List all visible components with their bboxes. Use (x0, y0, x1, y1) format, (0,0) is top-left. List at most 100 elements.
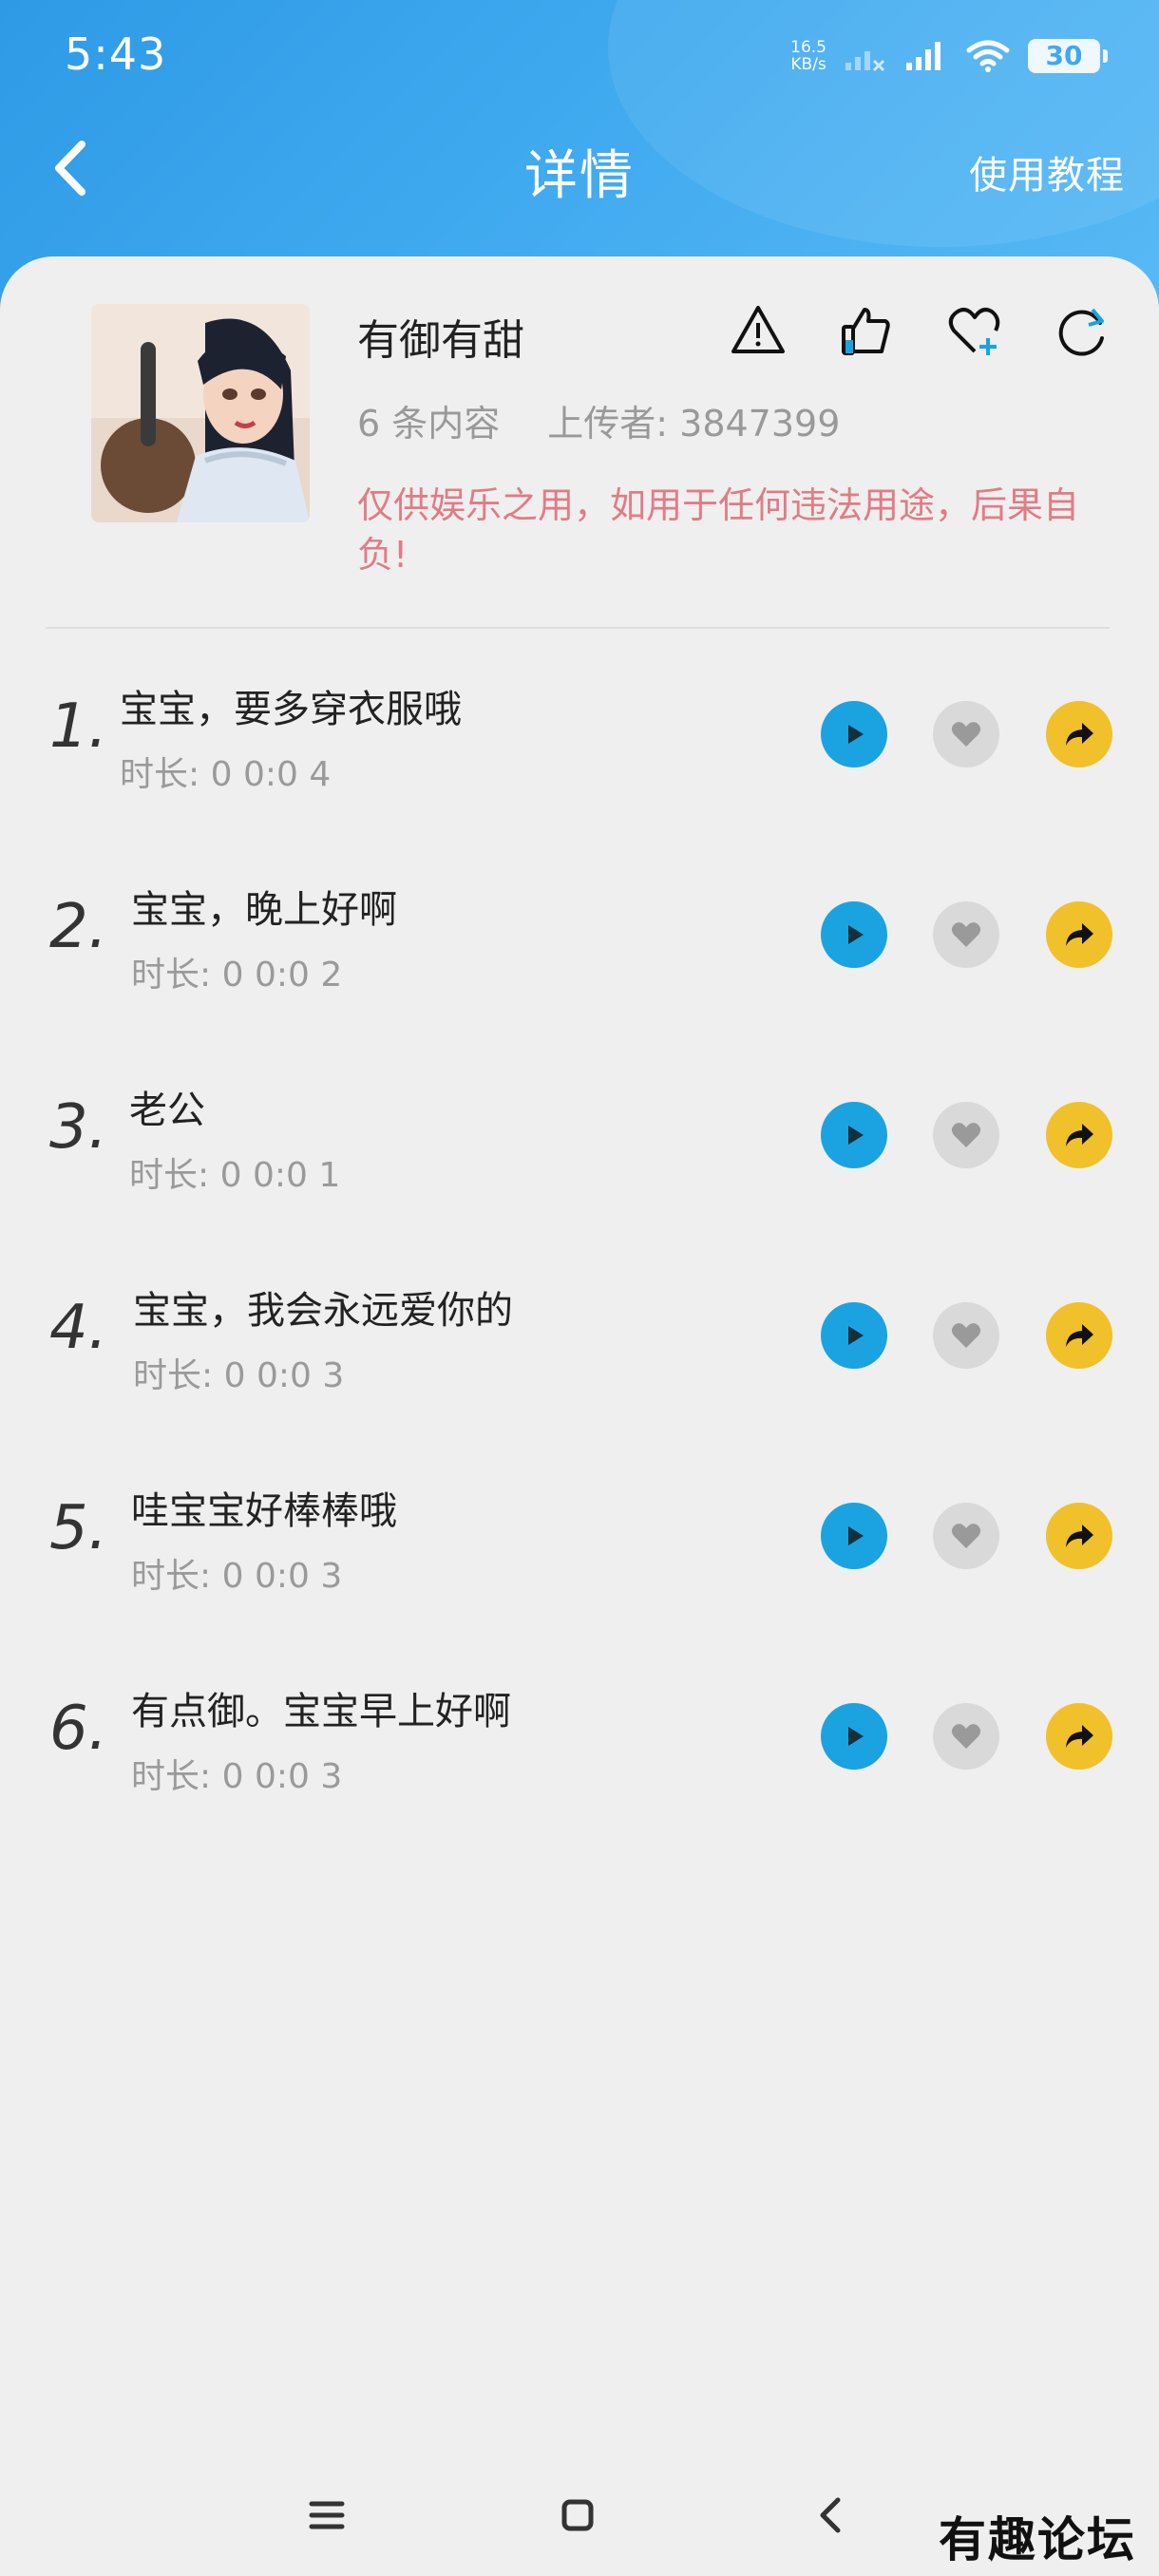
list-item[interactable]: 4. 宝宝，我会永远爱你的 时长: 0 0:0 3 (0, 1230, 1159, 1430)
network-speed-unit: KB/s (790, 55, 826, 74)
duration-label: 时长: (133, 1356, 214, 1395)
avatar (91, 304, 310, 522)
list-item[interactable]: 5. 哇宝宝好棒棒哦 时长: 0 0:0 3 (0, 1430, 1159, 1631)
play-button[interactable] (821, 1102, 887, 1168)
uploader-id: 上传者: 3847399 (547, 403, 841, 445)
share-button[interactable] (1046, 701, 1112, 767)
duration-value: 0 0:0 4 (210, 755, 332, 794)
item-number: 2. (49, 892, 108, 962)
profile-section: 有御有甜 6 条内容 上传者: 3847399 仅供娱乐之用，如用于任何违法用途… (0, 256, 1159, 627)
battery-icon: 30 (1028, 39, 1108, 73)
like-button[interactable] (933, 1503, 999, 1569)
play-icon (848, 1727, 864, 1746)
play-button[interactable] (821, 1503, 887, 1569)
list-item[interactable]: 3. 老公 时长: 0 0:0 1 (0, 1030, 1159, 1230)
item-title: 有点御。宝宝早上好啊 (131, 1690, 511, 1733)
heart-icon (951, 922, 981, 947)
play-button[interactable] (821, 701, 887, 767)
profile-actions (730, 302, 1112, 359)
like-button[interactable] (933, 901, 999, 968)
duration-label: 时长: (131, 956, 212, 994)
duration-value: 0 0:0 1 (219, 1156, 341, 1195)
item-number: 4. (49, 1293, 108, 1363)
share-button[interactable] (1046, 1302, 1112, 1369)
thumbs-up-icon[interactable] (838, 302, 895, 359)
network-speed-value: 16.5 (790, 38, 826, 57)
home-icon[interactable] (549, 2487, 606, 2544)
play-icon (848, 725, 864, 744)
item-duration: 时长: 0 0:0 3 (131, 1548, 342, 1598)
heart-icon (951, 722, 981, 747)
heart-icon (951, 1323, 981, 1348)
duration-value: 0 0:0 3 (221, 1757, 343, 1796)
duration-label: 时长: (129, 1156, 210, 1195)
share-arrow-icon (1066, 723, 1093, 746)
duration-label: 时长: (131, 1557, 212, 1596)
refresh-icon[interactable] (1054, 302, 1112, 359)
signal-weak-icon (846, 51, 885, 72)
duration-label: 时长: (131, 1757, 212, 1796)
share-button[interactable] (1046, 1503, 1112, 1569)
list-item[interactable]: 6. 有点御。宝宝早上好啊 时长: 0 0:0 3 (0, 1631, 1159, 1831)
item-number: 6. (49, 1694, 108, 1764)
item-duration: 时长: 0 0:0 3 (133, 1348, 344, 1397)
play-icon (848, 1326, 864, 1345)
play-icon (848, 1126, 864, 1145)
watermark: 有趣论坛 (939, 2511, 1136, 2567)
play-icon (848, 1526, 864, 1545)
list-item[interactable]: 2. 宝宝，晚上好啊 时长: 0 0:0 2 (0, 829, 1159, 1030)
report-warning-icon[interactable] (730, 302, 787, 359)
share-arrow-icon (1066, 1725, 1093, 1748)
profile-name: 有御有甜 (357, 316, 524, 365)
like-button[interactable] (933, 1302, 999, 1369)
share-arrow-icon (1066, 1525, 1093, 1547)
system-back-icon[interactable] (804, 2487, 861, 2544)
item-duration: 时长: 0 0:0 1 (129, 1147, 340, 1197)
share-arrow-icon (1066, 923, 1093, 946)
item-title: 宝宝，要多穿衣服哦 (120, 688, 462, 731)
item-number: 5. (49, 1493, 108, 1563)
disclaimer-text: 仅供娱乐之用，如用于任何违法用途，后果自负! (357, 484, 1080, 576)
status-bar: 5:43 16.5 KB/s 30 (0, 0, 1159, 114)
like-button[interactable] (933, 1703, 999, 1770)
play-icon (848, 925, 864, 944)
item-number: 1. (49, 691, 108, 762)
system-navigation-bar: 有趣论坛 (0, 2472, 1159, 2576)
duration-label: 时长: (120, 755, 200, 794)
profile-meta: 6 条内容 上传者: 3847399 (357, 394, 840, 446)
item-title: 哇宝宝好棒棒哦 (131, 1489, 397, 1533)
duration-value: 0 0:0 3 (221, 1557, 343, 1596)
item-duration: 时长: 0 0:0 3 (131, 1749, 342, 1798)
play-button[interactable] (821, 1302, 887, 1369)
menu-icon[interactable] (298, 2487, 355, 2544)
like-button[interactable] (933, 1102, 999, 1168)
heart-icon (951, 1724, 981, 1749)
share-button[interactable] (1046, 1703, 1112, 1770)
top-nav-bar: 详情 使用教程 (0, 123, 1159, 209)
wifi-icon (966, 40, 1010, 72)
item-number: 3. (49, 1092, 108, 1163)
share-arrow-icon (1066, 1324, 1093, 1347)
duration-value: 0 0:0 2 (221, 956, 343, 994)
item-duration: 时长: 0 0:0 2 (131, 947, 342, 996)
play-button[interactable] (821, 901, 887, 968)
share-button[interactable] (1046, 1102, 1112, 1168)
like-button[interactable] (933, 701, 999, 767)
item-title: 宝宝，晚上好啊 (131, 888, 397, 932)
content-card: 有御有甜 6 条内容 上传者: 3847399 仅供娱乐之用，如用于任何违法用途… (0, 256, 1159, 2576)
item-duration: 时长: 0 0:0 4 (120, 747, 331, 796)
item-title: 老公 (129, 1089, 205, 1132)
tutorial-link[interactable]: 使用教程 (969, 144, 1125, 199)
heart-icon (951, 1524, 981, 1548)
audio-list: 1. 宝宝，要多穿衣服哦 时长: 0 0:0 4 2. 宝宝，晚上好啊 时长: … (0, 629, 1159, 1831)
favorite-add-icon[interactable] (946, 302, 1003, 359)
list-item[interactable]: 1. 宝宝，要多穿衣服哦 时长: 0 0:0 4 (0, 629, 1159, 829)
share-button[interactable] (1046, 901, 1112, 968)
status-icons: 16.5 KB/s 30 (790, 32, 1108, 80)
item-title: 宝宝，我会永远爱你的 (133, 1289, 513, 1333)
content-count: 6 条内容 (357, 403, 501, 445)
play-button[interactable] (821, 1703, 887, 1770)
signal-icon (906, 42, 940, 70)
status-time: 5:43 (65, 28, 167, 80)
duration-value: 0 0:0 3 (223, 1356, 345, 1395)
